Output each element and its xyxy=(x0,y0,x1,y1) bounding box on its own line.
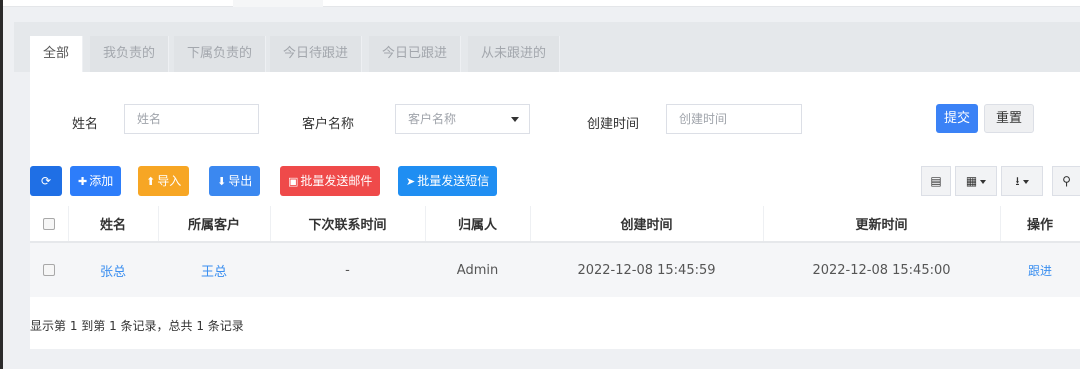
add-button[interactable]: ✚ 添加 xyxy=(70,166,122,196)
customer-label: 客户名称 xyxy=(302,117,355,132)
column-header: 操作 xyxy=(1000,206,1080,243)
name-label: 姓名 xyxy=(72,117,99,132)
action-cell: 跟进 xyxy=(1000,242,1080,297)
tab-today-done[interactable]: 今日已跟进 xyxy=(369,36,462,72)
tab-all[interactable]: 全部 xyxy=(30,36,84,72)
export-button[interactable]: ⬇ 导出 xyxy=(209,166,261,196)
mail-icon: ▣ xyxy=(288,175,299,188)
customer-cell[interactable]: 王总 xyxy=(158,242,271,297)
top-bar xyxy=(3,0,1080,7)
customer-link[interactable]: 王总 xyxy=(201,265,227,280)
search-form: 姓名 姓名 客户名称 客户名称 创建时间 创建时间 提交 重置 xyxy=(30,72,1080,158)
tab-never-followed[interactable]: 从未跟进的 xyxy=(468,36,561,72)
export-menu-button[interactable]: ⭳ xyxy=(1001,166,1043,196)
column-header[interactable]: 下次联系时间 xyxy=(270,206,426,243)
created-time-input[interactable]: 创建时间 xyxy=(666,104,802,134)
owner-cell: Admin xyxy=(425,242,531,297)
select-all-checkbox[interactable] xyxy=(42,217,55,230)
tab-subordinates[interactable]: 下属负责的 xyxy=(174,36,267,72)
name-input[interactable]: 姓名 xyxy=(124,104,259,134)
reset-button[interactable]: 重置 xyxy=(984,104,1034,133)
chevron-down-icon xyxy=(980,179,987,184)
customer-contacts-table: 姓名 所属客户 下次联系时间 归属人 创建时间 更新时间 操作 张总 王总 - … xyxy=(30,206,1080,297)
created-time-label: 创建时间 xyxy=(587,117,640,132)
list-view-icon: ▤ xyxy=(930,174,942,188)
send-icon: ➤ xyxy=(406,175,416,188)
window-left-edge xyxy=(0,0,3,369)
tab-today-pending[interactable]: 今日待跟进 xyxy=(270,36,363,72)
select-all-header xyxy=(30,206,69,243)
column-header[interactable]: 归属人 xyxy=(425,206,531,243)
pagination-footer: 显示第 1 到第 1 条记录，总共 1 条记录 xyxy=(30,297,1080,349)
plus-icon: ✚ xyxy=(78,175,88,188)
tab-mine[interactable]: 我负责的 xyxy=(90,36,170,72)
pagination-summary: 显示第 1 到第 1 条记录，总共 1 条记录 xyxy=(30,319,244,333)
batch-email-button[interactable]: ▣ 批量发送邮件 xyxy=(280,166,381,196)
column-header[interactable]: 更新时间 xyxy=(763,206,1001,243)
contact-name-cell[interactable]: 张总 xyxy=(68,242,159,297)
upload-icon: ⬆ xyxy=(146,175,156,188)
created-time-cell: 2022-12-08 15:45:59 xyxy=(530,242,764,297)
columns-button[interactable]: ▦ xyxy=(955,166,997,196)
table-toolbar: ⟳ ✚ 添加 ⬆ 导入 ⬇ 导出 ▣ 批量发送邮件 ➤ 批量发送短信 ▤ ▦ ⭳ ⚲ xyxy=(30,158,1080,206)
column-header[interactable]: 所属客户 xyxy=(158,206,271,243)
updated-time-cell: 2022-12-08 15:45:00 xyxy=(763,242,1001,297)
customer-select[interactable]: 客户名称 xyxy=(395,104,530,134)
contact-name-link[interactable]: 张总 xyxy=(100,265,126,280)
list-view-button[interactable]: ▤ xyxy=(921,166,951,196)
table-header-row: 姓名 所属客户 下次联系时间 归属人 创建时间 更新时间 操作 xyxy=(30,206,1080,243)
chevron-down-icon xyxy=(1022,179,1029,184)
export-label: 导出 xyxy=(228,174,253,188)
batch-sms-button[interactable]: ➤ 批量发送短信 xyxy=(398,166,498,196)
column-header[interactable]: 创建时间 xyxy=(530,206,764,243)
batch-sms-label: 批量发送短信 xyxy=(417,174,490,188)
follow-up-link[interactable]: 跟进 xyxy=(1028,264,1052,278)
download-icon: ⬇ xyxy=(217,175,227,188)
row-checkbox[interactable] xyxy=(42,264,55,276)
batch-email-label: 批量发送邮件 xyxy=(300,174,373,188)
top-bar-tab xyxy=(233,0,323,7)
search-icon: ⚲ xyxy=(1062,174,1071,188)
submit-button[interactable]: 提交 xyxy=(936,104,978,133)
customer-select-placeholder: 客户名称 xyxy=(408,112,457,126)
refresh-icon: ⟳ xyxy=(40,174,52,188)
column-header[interactable]: 姓名 xyxy=(68,206,159,243)
import-button[interactable]: ⬆ 导入 xyxy=(138,166,190,196)
table-row: 张总 王总 - Admin 2022-12-08 15:45:59 2022-1… xyxy=(30,242,1080,297)
search-toggle-button[interactable]: ⚲ xyxy=(1052,166,1080,196)
add-label: 添加 xyxy=(89,174,114,188)
columns-icon: ▦ xyxy=(965,174,978,188)
refresh-button[interactable]: ⟳ xyxy=(30,166,62,196)
next-contact-cell: - xyxy=(270,242,426,297)
row-select-cell xyxy=(30,242,69,297)
export-menu-icon: ⭳ xyxy=(1015,174,1020,188)
import-label: 导入 xyxy=(157,174,182,188)
chevron-down-icon xyxy=(511,117,519,122)
tab-bar: 全部 我负责的 下属负责的 今日待跟进 今日已跟进 从未跟进的 xyxy=(14,22,1080,72)
